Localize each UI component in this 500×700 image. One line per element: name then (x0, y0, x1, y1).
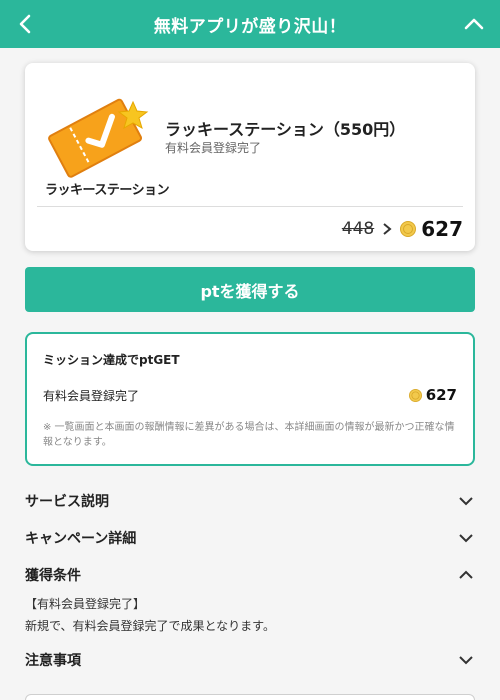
conditions-text: 新規で、有料会員登録完了で成果となります。 (25, 619, 275, 633)
accordion-campaign-title: キャンペーン詳細 (25, 531, 137, 547)
point-coin-icon (408, 388, 422, 402)
offer-logo: ラッキーステーション (43, 81, 170, 198)
chevron-up-icon (459, 570, 473, 579)
mission-points-value: 627 (425, 386, 457, 404)
accordion-notes-title: 注意事項 (25, 653, 81, 669)
mission-title: ミッション達成でptGET (43, 353, 180, 367)
mission-note: ※ 一覧画面と本画面の報酬情報に差異がある場合は、本詳細画面の情報が最新かつ正確… (43, 422, 455, 448)
logo-wordmark: ラッキーステーション (45, 183, 170, 198)
new-points: 627 (421, 217, 463, 241)
mission-box: ミッション達成でptGET 有料会員登録完了 627 ※ 一覧画面と本画面の報酬… (25, 332, 475, 466)
accordion-campaign[interactable]: キャンペーン詳細 (25, 526, 475, 550)
header-title: 無料アプリが盛り沢山！ (153, 16, 347, 37)
mission-item-label: 有料会員登録完了 (43, 388, 140, 403)
chevron-left-icon[interactable] (14, 12, 36, 36)
ticket-logo-icon (48, 98, 149, 178)
old-points: 448 (341, 219, 375, 239)
offer-condition: 有料会員登録完了 (165, 141, 262, 155)
bottom-box[interactable] (25, 694, 475, 700)
mission-item-points: 627 (408, 386, 457, 404)
conditions-heading: 【有料会員登録完了】 (25, 597, 146, 611)
chevron-down-icon (459, 534, 473, 543)
offer-name: ラッキーステーション（550円） (165, 120, 406, 139)
chevron-up-icon[interactable] (462, 12, 486, 36)
divider (37, 206, 463, 207)
point-coin-icon (400, 221, 417, 237)
mission-item: 有料会員登録完了 627 (43, 384, 457, 406)
accordion-service-title: サービス説明 (25, 494, 109, 510)
app-header: 無料アプリが盛り沢山！ (0, 0, 500, 48)
get-points-button[interactable]: ptを獲得する (25, 267, 475, 312)
offer-card[interactable]: ラッキーステーション ラッキーステーション（550円） 有料会員登録完了 448… (25, 63, 475, 251)
chevron-down-icon (459, 656, 473, 665)
chevron-down-icon (459, 497, 473, 506)
accordion-notes[interactable]: 注意事項 (25, 648, 475, 672)
points-row: 448 627 (342, 215, 463, 243)
accordion-service[interactable]: サービス説明 (25, 489, 475, 513)
accordion-conditions-title: 獲得条件 (25, 568, 81, 584)
accordion-conditions[interactable]: 獲得条件 (25, 563, 475, 587)
chevron-right-icon (383, 223, 392, 235)
